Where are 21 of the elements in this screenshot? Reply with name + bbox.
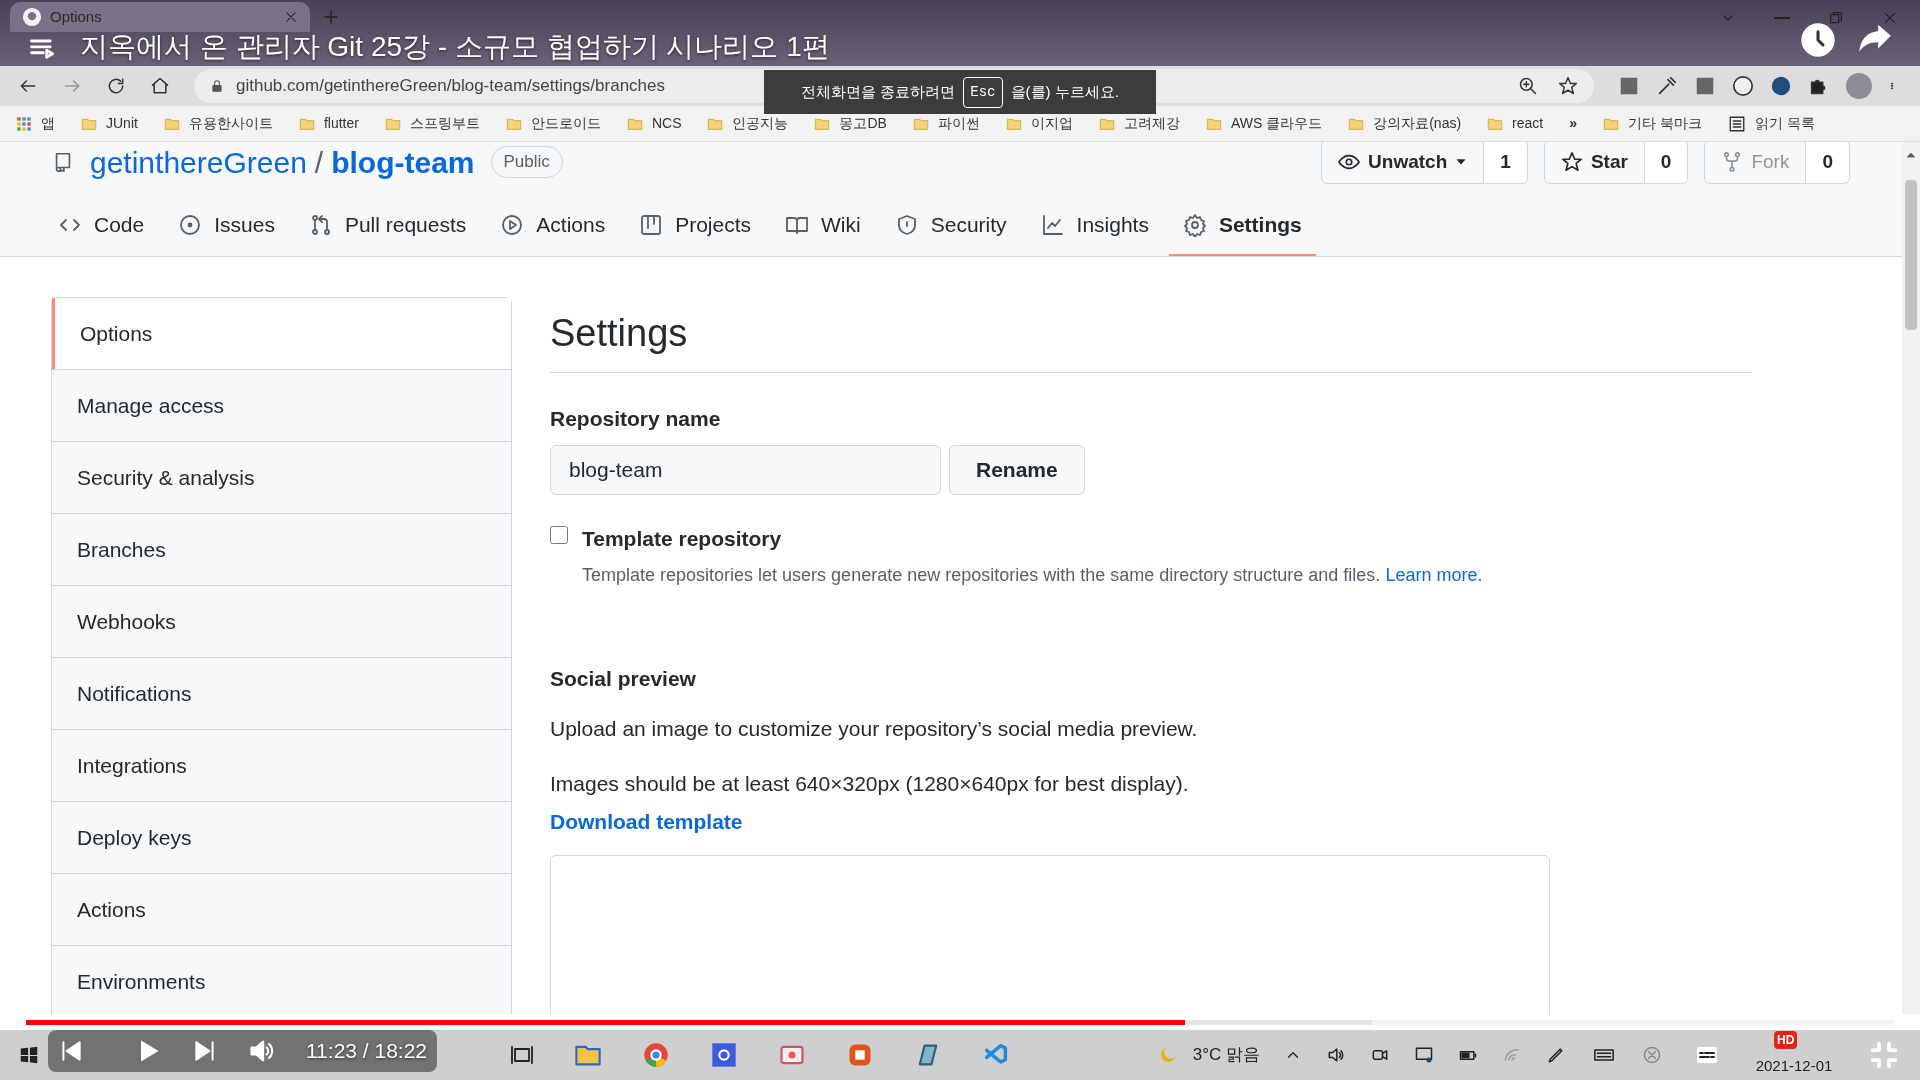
video-title: 지옥에서 온 관리자 Git 25강 - 소규모 협업하기 시나리오 1편 bbox=[80, 30, 830, 64]
field-label: Repository name bbox=[550, 406, 722, 432]
counter: 0 bbox=[1644, 142, 1689, 184]
page-heading: Settings bbox=[550, 305, 1752, 373]
notice-text: 전체화면을 종료하려면 bbox=[801, 81, 956, 102]
esc-key: Esc bbox=[963, 76, 1003, 108]
video-time: 11:23 / 18:22 bbox=[306, 1038, 428, 1065]
path-separator: / bbox=[314, 144, 324, 181]
tab-title: Options bbox=[50, 6, 103, 27]
body-text: Images should be at least 640×320px (1280×640px for best display). bbox=[550, 771, 1190, 797]
body-text: Upload an image to customize your repository’s social media preview. bbox=[550, 715, 1199, 742]
url-text: github.com/getinthereGreen/blog-team/settings/branches bbox=[236, 75, 666, 98]
checkbox-label: Template repository bbox=[582, 525, 783, 552]
section-heading: Social preview bbox=[550, 666, 697, 692]
notice-text: 을(를) 누르세요. bbox=[1010, 81, 1119, 102]
counter: 0 bbox=[1806, 142, 1850, 184]
date-text: 2021-12-01 bbox=[1755, 1055, 1833, 1076]
counter: 1 bbox=[1484, 142, 1528, 184]
hd-badge: HD bbox=[1774, 1030, 1798, 1049]
description-text: Template repositories let users generate new repositories with the same directory structure and files. Learn more. bbox=[582, 564, 1483, 587]
weather-text: 3°C 맑음 bbox=[1192, 1044, 1260, 1067]
